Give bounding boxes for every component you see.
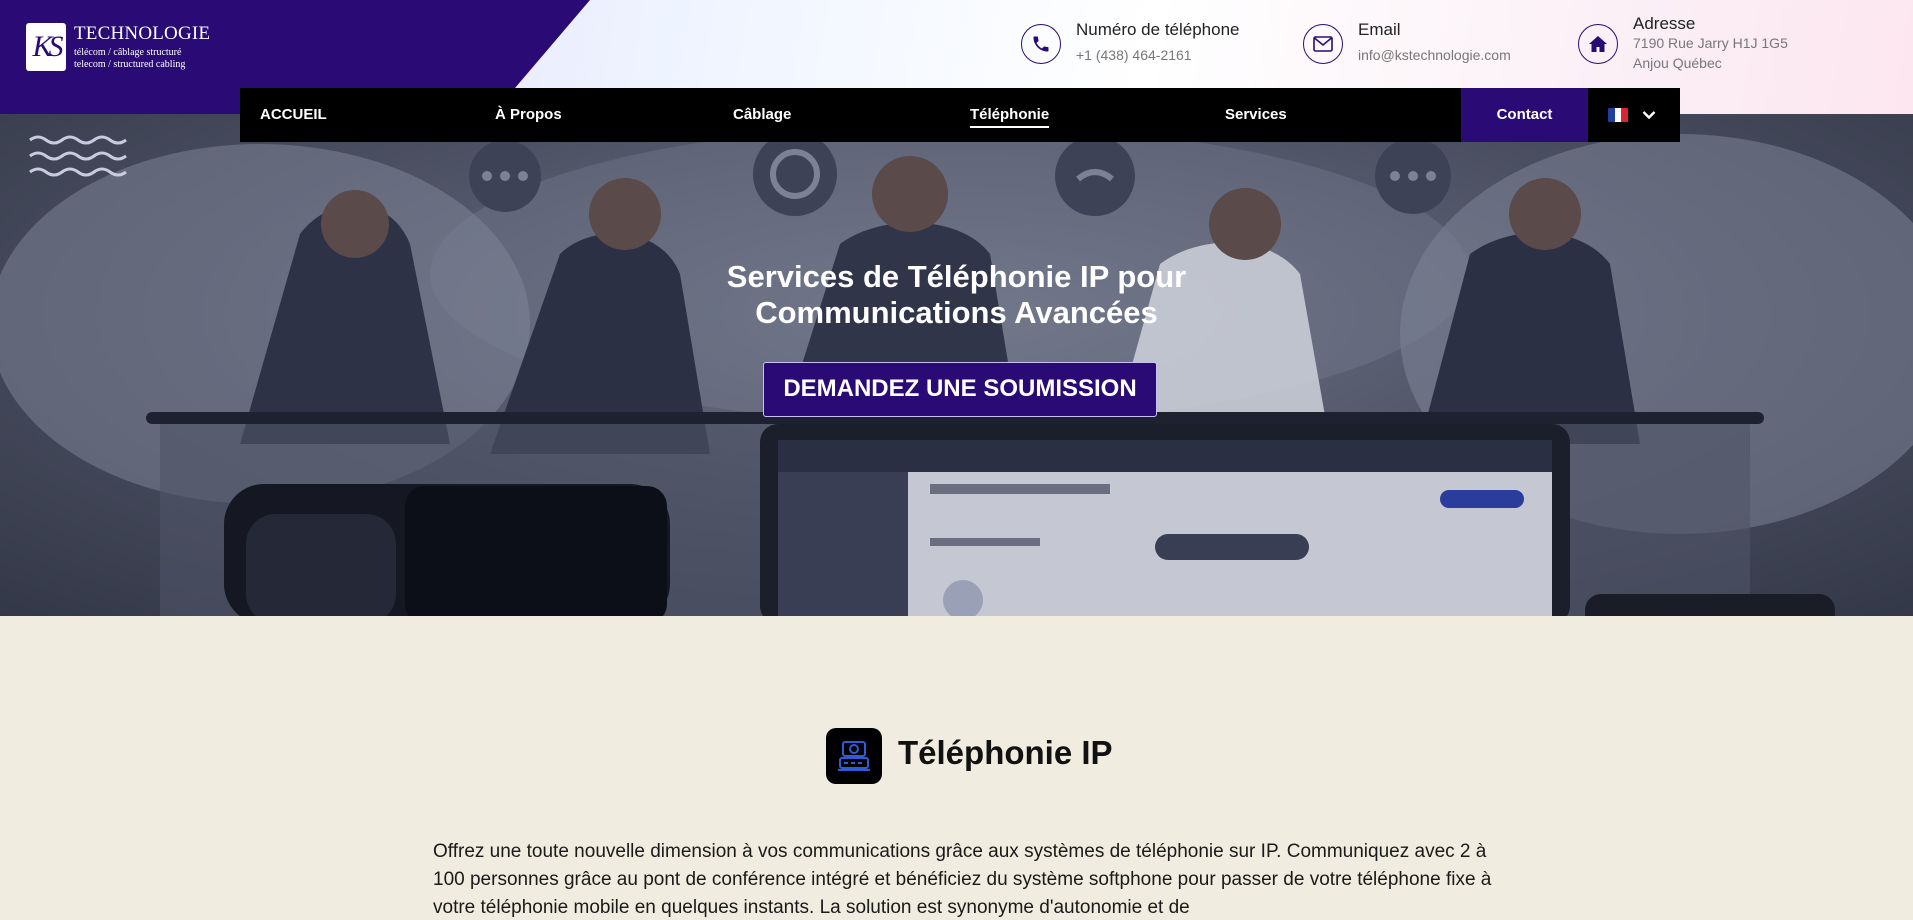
main-nav: ACCUEIL À Propos Câblage Téléphonie Serv… xyxy=(240,88,1680,142)
nav-item-cablage[interactable]: Câblage xyxy=(733,88,791,142)
flag-fr-icon xyxy=(1608,108,1628,122)
logo-mark: KS xyxy=(26,23,66,71)
section-title: Téléphonie IP xyxy=(898,734,1113,771)
ip-phone-icon xyxy=(826,728,882,784)
address-line1: 7190 Rue Jarry H1J 1G5 xyxy=(1633,35,1788,51)
nav-label-a-propos: À Propos xyxy=(495,106,562,123)
phone-icon xyxy=(1021,24,1061,64)
nav-label-telephonie: Téléphonie xyxy=(970,106,1050,128)
language-switcher[interactable] xyxy=(1608,88,1680,142)
hero-title-line1: Services de Téléphonie IP pour xyxy=(726,259,1187,294)
nav-item-accueil[interactable]: ACCUEIL xyxy=(260,88,327,142)
address-label: Adresse xyxy=(1633,14,1696,33)
hero-title: Services de Téléphonie IP pour Communica… xyxy=(0,259,1913,331)
phone-value: +1 (438) 464-2161 xyxy=(1076,47,1192,63)
nav-label-services: Services xyxy=(1225,106,1287,123)
logo-tagline-en: telecom / structured cabling xyxy=(74,59,186,70)
logo-tagline-fr: télécom / câblage structuré xyxy=(74,47,182,58)
address-line2: Anjou Québec xyxy=(1633,55,1722,71)
email-value: info@kstechnologie.com xyxy=(1358,47,1511,63)
hero: Services de Téléphonie IP pour Communica… xyxy=(0,114,1913,616)
nav-item-services[interactable]: Services xyxy=(1225,88,1287,142)
nav-item-a-propos[interactable]: À Propos xyxy=(495,88,562,142)
logo-monogram: KS xyxy=(32,30,63,63)
nav-label-cablage: Câblage xyxy=(733,106,792,123)
chevron-down-icon xyxy=(1642,111,1656,120)
email-label: Email xyxy=(1358,20,1401,39)
logo-name: TECHNOLOGIE xyxy=(74,23,211,44)
waves-decoration-icon xyxy=(29,135,127,177)
nav-contact-button[interactable]: Contact xyxy=(1461,88,1588,142)
nav-label-accueil: ACCUEIL xyxy=(260,106,327,123)
nav-item-telephonie[interactable]: Téléphonie xyxy=(970,88,1050,142)
request-quote-button[interactable]: DEMANDEZ UNE SOUMISSION xyxy=(763,362,1157,417)
home-icon xyxy=(1578,24,1618,64)
hero-title-line2: Communications Avancées xyxy=(755,295,1158,330)
phone-label: Numéro de téléphone xyxy=(1076,20,1240,39)
section-description: Offrez une toute nouvelle dimension à vo… xyxy=(433,841,1492,918)
logo[interactable]: KS TECHNOLOGIE télécom / câblage structu… xyxy=(26,23,210,73)
mail-icon xyxy=(1303,24,1343,64)
